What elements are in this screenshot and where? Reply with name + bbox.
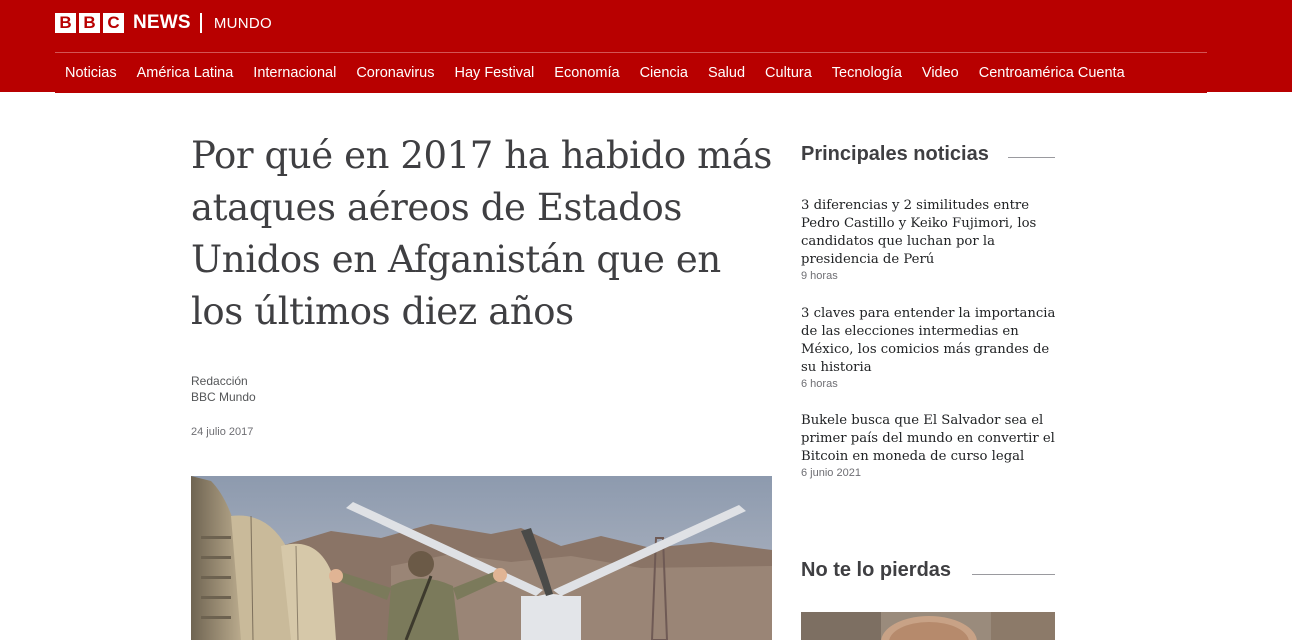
bbc-news-mundo-logo[interactable]: B B C NEWS MUNDO [55, 12, 272, 33]
top-story-time: 9 horas [801, 270, 838, 282]
top-story-item[interactable]: Bukele busca que El Salvador sea el prim… [801, 412, 1057, 479]
logo-divider [199, 13, 202, 33]
nav-item-ciencia[interactable]: Ciencia [630, 65, 698, 81]
nav-item-america-latina[interactable]: América Latina [127, 65, 244, 81]
nav-item-tecnologia[interactable]: Tecnología [822, 65, 912, 81]
top-stories-rule [1008, 157, 1055, 158]
nav-item-economia[interactable]: Economía [544, 65, 629, 81]
top-stories-heading: Principales noticias [801, 143, 989, 165]
article-date: 24 julio 2017 [191, 426, 254, 438]
nav-bottom-gap-left [0, 92, 55, 93]
nav-item-noticias[interactable]: Noticias [55, 65, 127, 81]
promo-thumbnail [801, 612, 1055, 640]
dont-miss-heading: No te lo pierdas [801, 559, 952, 581]
nav-item-centroamerica-cuenta[interactable]: Centroamérica Cuenta [969, 65, 1135, 81]
masthead: B B C NEWS MUNDO [0, 0, 1292, 52]
top-story-title[interactable]: 3 diferencias y 2 similitudes entre Pedr… [801, 197, 1057, 269]
nav-item-internacional[interactable]: Internacional [243, 65, 346, 81]
top-story-title[interactable]: Bukele busca que El Salvador sea el prim… [801, 412, 1057, 466]
logo-block-b1: B [55, 13, 76, 33]
nav-item-video[interactable]: Video [912, 65, 969, 81]
article-hero-image [191, 476, 772, 640]
byline-organization: BBC Mundo [191, 390, 256, 404]
top-story-item[interactable]: 3 diferencias y 2 similitudes entre Pedr… [801, 197, 1057, 282]
article-byline: Redacción BBC Mundo [191, 373, 256, 405]
top-story-item[interactable]: 3 claves para entender la importancia de… [801, 305, 1057, 390]
dont-miss-rule [972, 574, 1055, 575]
top-story-time: 6 junio 2021 [801, 467, 861, 479]
nav-item-coronavirus[interactable]: Coronavirus [346, 65, 444, 81]
article-headline: Por qué en 2017 ha habido más ataques aé… [191, 134, 773, 333]
logo-block-c: C [103, 13, 124, 33]
top-story-title[interactable]: 3 claves para entender la importancia de… [801, 305, 1057, 377]
drone-airfield-image [191, 476, 772, 640]
logo-section-text: MUNDO [213, 14, 272, 32]
bbc-blocks: B B C [55, 13, 124, 33]
dont-miss-promo-image[interactable] [801, 612, 1055, 640]
main-navigation: Noticias América Latina Internacional Co… [0, 52, 1292, 93]
top-story-time: 6 horas [801, 378, 838, 390]
byline-role: Redacción [191, 374, 248, 388]
logo-news-text: NEWS [133, 12, 191, 33]
nav-item-salud[interactable]: Salud [698, 65, 755, 81]
nav-list: Noticias América Latina Internacional Co… [55, 52, 1135, 93]
nav-item-hay-festival[interactable]: Hay Festival [445, 65, 545, 81]
nav-bottom-gap-right [1207, 92, 1292, 93]
nav-item-cultura[interactable]: Cultura [755, 65, 822, 81]
logo-block-b2: B [79, 13, 100, 33]
